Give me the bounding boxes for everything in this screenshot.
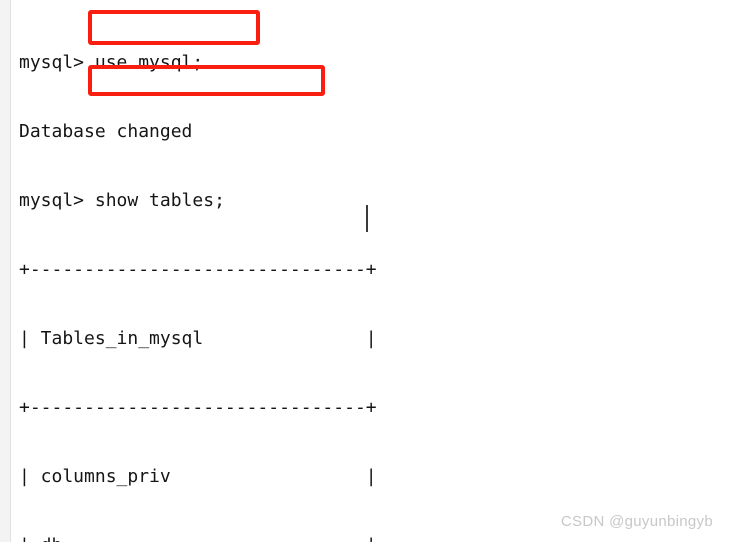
annotation-box-show-tables: [88, 65, 325, 96]
terminal-line: | columns_priv |: [19, 466, 377, 487]
terminal-line: +-------------------------------+: [19, 259, 377, 280]
text-cursor-caret: [366, 205, 368, 232]
watermark-label: CSDN @guyunbingyb: [560, 513, 713, 530]
terminal-line: | Tables_in_mysql |: [19, 328, 377, 349]
annotation-box-use-mysql: [88, 10, 260, 45]
terminal-screenshot: mysql> use mysql; Database changed mysql…: [0, 0, 733, 542]
terminal-line: +-------------------------------+: [19, 397, 377, 418]
terminal-line: | db |: [19, 534, 719, 542]
terminal-line: mysql> show tables;: [19, 190, 225, 211]
terminal-line: Database changed: [19, 121, 193, 142]
left-gutter-strip: [0, 0, 11, 542]
